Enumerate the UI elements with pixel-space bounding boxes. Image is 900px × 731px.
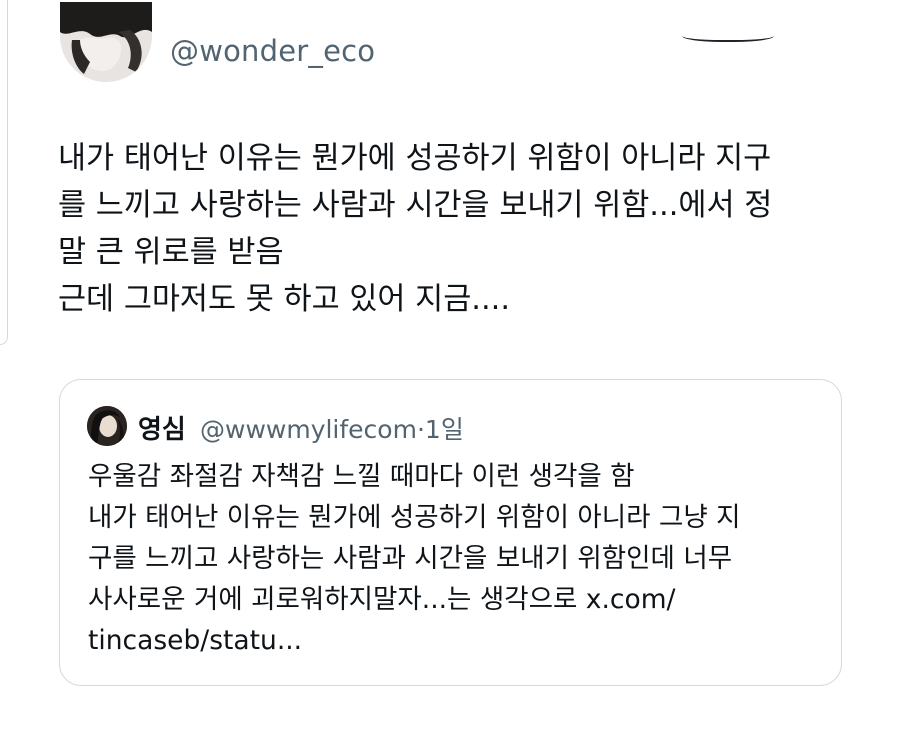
quote-line: tincaseb/statu... xyxy=(88,625,303,656)
tweet-body: 내가 태어난 이유는 뭔가에 성공하기 위함이 아니라 지구 를 느끼고 사랑하… xyxy=(58,135,858,323)
author-handle[interactable]: @wonder_eco xyxy=(170,34,375,68)
quote-timestamp[interactable]: 1일 xyxy=(425,415,464,444)
tweet-line: 근데 그마저도 못 하고 있어 지금.... xyxy=(58,282,511,317)
quote-author-name[interactable]: 영심 xyxy=(138,409,186,446)
quote-author-handle[interactable]: @wwwmylifecom xyxy=(200,415,417,444)
top-divider xyxy=(682,34,774,42)
tweet-line: 를 느끼고 사랑하는 사람과 시간을 보내기 위함...에서 정 xyxy=(58,188,773,223)
quote-body: 우울감 좌절감 자책감 느낄 때마다 이런 생각을 함 내가 태어난 이유는 뭔… xyxy=(88,456,828,661)
tweet-line: 말 큰 위로를 받음 xyxy=(58,235,284,270)
quoted-tweet-card[interactable]: 영심 @wwwmylifecom·1일 우울감 좌절감 자책감 느낄 때마다 이… xyxy=(59,379,842,686)
tweet-line: 내가 태어난 이유는 뭔가에 성공하기 위함이 아니라 지구 xyxy=(58,141,772,176)
quote-line: 내가 태어난 이유는 뭔가에 성공하기 위함이 아니라 그냥 지 xyxy=(88,502,741,533)
quote-author-avatar[interactable] xyxy=(87,406,127,446)
quote-line: 구를 느끼고 사랑하는 사람과 시간을 보내기 위함인데 너무 xyxy=(88,543,733,574)
quote-line: 사사로운 거에 괴로워하지말자...는 생각으로 x.com/ xyxy=(88,584,676,615)
author-avatar[interactable] xyxy=(60,2,152,82)
quote-meta: @wwwmylifecom·1일 xyxy=(200,410,464,446)
quote-line: 우울감 좌절감 자책감 느낄 때마다 이런 생각을 함 xyxy=(88,461,635,492)
thread-connector xyxy=(0,0,8,345)
meta-separator: · xyxy=(416,415,425,444)
